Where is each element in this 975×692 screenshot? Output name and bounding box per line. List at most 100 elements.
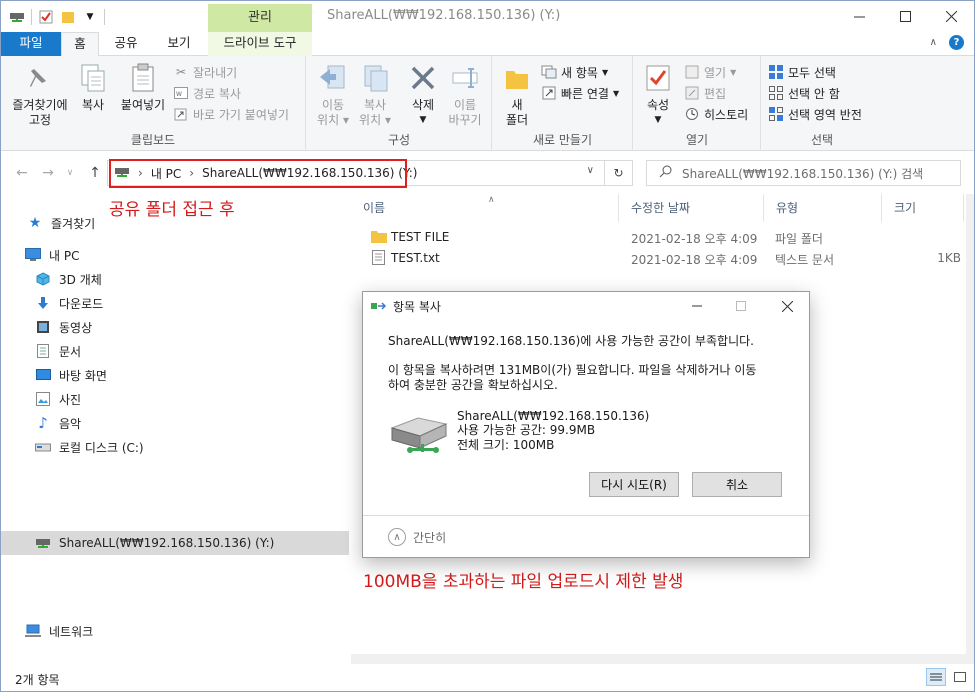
new-folder-label-1: 새 <box>511 98 523 112</box>
delete-x-icon <box>407 62 439 94</box>
tab-view[interactable]: 보기 <box>159 32 199 56</box>
tab-share[interactable]: 공유 <box>107 32 145 56</box>
select-all-button[interactable]: 모두 선택 <box>768 62 836 82</box>
sidebar-item-downloads[interactable]: 다운로드 <box>35 292 103 314</box>
select-none-button[interactable]: 선택 안 함 <box>768 83 840 103</box>
new-item-button[interactable]: 새 항목 ▼ <box>541 62 608 82</box>
copy-item-dialog: 항목 복사 ShareALL(₩₩192.168.150.136)에 사용 가능… <box>362 291 810 558</box>
select-none-label: 선택 안 함 <box>788 86 840 101</box>
large-icons-view-icon[interactable] <box>950 668 970 686</box>
sidebar-item-quick-access[interactable]: ★ 즐겨찾기 <box>27 212 95 234</box>
new-folder-icon[interactable] <box>60 9 76 25</box>
tab-drive-tools[interactable]: 드라이브 도구 <box>208 32 312 56</box>
customize-dropdown-icon[interactable]: ▼ <box>82 9 98 25</box>
easy-access-button[interactable]: 빠른 연결 ▼ <box>541 83 619 103</box>
recent-locations-dropdown-icon[interactable]: ∨ <box>61 164 79 182</box>
paste-button[interactable]: 붙여넣기 <box>115 62 171 113</box>
sidebar-item-share-drive[interactable]: ShareALL(₩₩192.168.150.136) (Y:) <box>1 531 349 555</box>
copy-to-button[interactable]: 복사 위치 ▾ <box>355 62 395 128</box>
file-size: 1KB <box>937 251 961 265</box>
refresh-button[interactable]: ↻ <box>605 160 633 186</box>
copy-label: 복사 <box>81 98 105 112</box>
delete-dropdown-icon[interactable]: ▼ <box>405 113 441 128</box>
file-modified: 2021-02-18 오후 4:09 <box>631 232 758 246</box>
delete-label: 삭제 <box>411 98 435 112</box>
sidebar-item-videos[interactable]: 동영상 <box>35 316 92 338</box>
move-to-button[interactable]: 이동 위치 ▾ <box>313 62 353 128</box>
manage-contextual-tab[interactable]: 관리 <box>208 4 312 32</box>
drive-icon[interactable] <box>9 9 25 25</box>
back-arrow-icon[interactable]: ← <box>13 164 31 182</box>
retry-button[interactable]: 다시 시도(R) <box>589 472 679 497</box>
file-type: 텍스트 문서 <box>775 253 835 267</box>
history-button[interactable]: 히스토리 <box>684 104 748 124</box>
properties-dropdown-icon[interactable]: ▼ <box>638 113 678 128</box>
rename-icon <box>449 62 481 94</box>
dialog-minimize-button[interactable] <box>677 292 717 320</box>
delete-button[interactable]: 삭제 ▼ <box>405 62 441 128</box>
dialog-maximize-button[interactable] <box>721 292 761 320</box>
cut-button[interactable]: ✂ 잘라내기 <box>173 62 237 82</box>
pin-to-quick-access-button[interactable]: 즐겨찾기에 고정 <box>5 62 75 128</box>
address-history-dropdown-icon[interactable]: ∨ <box>587 165 594 176</box>
sidebar-item-3d-objects[interactable]: 3D 개체 <box>35 268 102 290</box>
sidebar-item-local-disk[interactable]: 로컬 디스크 (C:) <box>35 436 144 458</box>
column-modified[interactable]: 수정한 날짜 <box>619 194 764 222</box>
copy-icon <box>77 62 109 94</box>
edit-label: 편집 <box>704 86 727 101</box>
desktop-icon <box>35 367 51 383</box>
chevron-up-circle-icon[interactable]: ∧ <box>388 528 406 546</box>
details-view-icon[interactable] <box>926 668 946 686</box>
invert-selection-button[interactable]: 선택 영역 반전 <box>768 104 862 124</box>
horizontal-scrollbar[interactable] <box>351 654 966 664</box>
table-row[interactable]: TEST FILE 2021-02-18 오후 4:09 파일 폴더 <box>351 226 971 248</box>
close-button[interactable] <box>928 1 974 32</box>
picture-icon <box>35 391 51 407</box>
sidebar-item-network[interactable]: 네트워크 <box>25 620 93 642</box>
dialog-total-size: 전체 크기: 100MB <box>457 438 555 452</box>
paste-shortcut-button[interactable]: 바로 가기 붙여넣기 <box>173 104 289 124</box>
sidebar-label: 로컬 디스크 (C:) <box>59 440 144 455</box>
cancel-button[interactable]: 취소 <box>692 472 782 497</box>
column-type[interactable]: 유형 <box>764 194 882 222</box>
up-arrow-icon[interactable]: ↑ <box>86 164 104 182</box>
search-input[interactable]: ShareALL(₩₩192.168.150.136) (Y:) 검색 <box>646 160 961 186</box>
copy-button[interactable]: 복사 <box>76 62 110 113</box>
rename-button[interactable]: 이름 바꾸기 <box>445 62 485 128</box>
copy-path-button[interactable]: W 경로 복사 <box>173 83 241 103</box>
properties-check-icon[interactable] <box>38 9 54 25</box>
sidebar-item-this-pc[interactable]: 내 PC <box>25 244 79 266</box>
column-name[interactable]: 이름 ∧ <box>351 194 619 222</box>
new-folder-label-2: 폴더 <box>505 113 529 127</box>
column-size[interactable]: 크기 <box>882 194 964 222</box>
dialog-message-line2: 하여 충분한 공간을 확보하십시오. <box>388 378 558 392</box>
dialog-close-button[interactable] <box>767 292 807 320</box>
edit-button[interactable]: 편집 <box>684 83 726 103</box>
sidebar-item-music[interactable]: ♪ 음악 <box>35 412 81 434</box>
network-drive-icon <box>35 535 51 551</box>
new-folder-button[interactable]: 새 폴더 <box>501 62 533 128</box>
table-row[interactable]: TEST.txt 2021-02-18 오후 4:09 텍스트 문서 1KB <box>351 247 971 269</box>
new-item-label: 새 항목 <box>561 65 598 80</box>
sidebar-label: 사진 <box>59 392 82 407</box>
open-button[interactable]: 열기 ▼ <box>684 62 736 82</box>
help-icon[interactable]: ? <box>949 35 964 50</box>
forward-arrow-icon[interactable]: → <box>39 164 57 182</box>
tab-file[interactable]: 파일 <box>1 32 61 56</box>
vertical-scrollbar[interactable] <box>966 194 974 664</box>
sidebar-item-desktop[interactable]: 바탕 화면 <box>35 364 107 386</box>
paste-shortcut-icon <box>173 106 189 122</box>
quick-access-toolbar: ▼ <box>9 7 105 27</box>
chevron-up-icon[interactable]: ∧ <box>930 37 937 48</box>
easy-access-label: 빠른 연결 <box>561 86 609 101</box>
tab-home[interactable]: 홈 <box>61 32 99 57</box>
minimize-button[interactable] <box>836 1 882 32</box>
sidebar-item-documents[interactable]: 문서 <box>35 340 81 362</box>
window-title: ShareALL(₩₩192.168.150.136) (Y:) <box>327 8 561 23</box>
fewer-details-link[interactable]: 간단히 <box>413 529 446 546</box>
sidebar-item-pictures[interactable]: 사진 <box>35 388 81 410</box>
ribbon: 즐겨찾기에 고정 복사 붙여넣기 ✂ 잘라내기 W 경로 복사 바로 가기 붙여… <box>1 56 974 151</box>
copy-to-label-2: 위치 ▾ <box>359 113 391 127</box>
maximize-button[interactable] <box>882 1 928 32</box>
properties-button[interactable]: 속성 ▼ <box>638 62 678 128</box>
